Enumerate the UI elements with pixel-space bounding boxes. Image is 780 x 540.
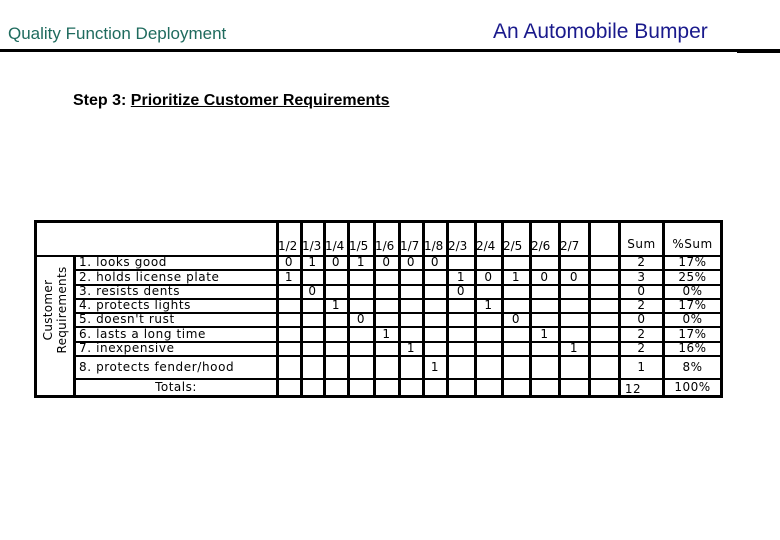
comparison-cell: 0 bbox=[430, 255, 440, 269]
comparison-cell: 1 bbox=[308, 255, 317, 269]
comparison-cell: 0 bbox=[382, 255, 391, 269]
column-header: 2/5 bbox=[503, 239, 523, 253]
requirement-label: 8. protects fender/hood bbox=[79, 359, 235, 374]
row-pct-sum: 0% bbox=[682, 312, 703, 326]
comparison-cell: 0 bbox=[484, 269, 493, 284]
totals-pct-sum: 100% bbox=[674, 380, 711, 394]
pct-sum-column-header: %Sum bbox=[672, 237, 713, 251]
comparison-cell: 1 bbox=[430, 359, 440, 374]
requirement-label: 1. looks good bbox=[79, 255, 168, 269]
requirement-label: 5. doesn't rust bbox=[79, 312, 175, 326]
column-header: 2/7 bbox=[560, 239, 580, 253]
row-sum: 2 bbox=[637, 341, 646, 355]
comparison-cell: 1 bbox=[484, 298, 493, 312]
comparison-cell: 0 bbox=[331, 255, 341, 269]
row-sum: 0 bbox=[637, 284, 646, 298]
comparison-cell: 1 bbox=[284, 269, 294, 284]
row-divider bbox=[73, 355, 720, 357]
comparison-cell: 0 bbox=[511, 312, 521, 326]
requirement-label: 3. resists dents bbox=[79, 284, 181, 298]
column-header: 1/7 bbox=[400, 239, 420, 253]
sum-column-header: Sum bbox=[627, 237, 656, 251]
row-pct-sum: 25% bbox=[678, 269, 707, 284]
comparison-cell: 0 bbox=[569, 269, 579, 284]
requirement-label: 7. inexpensive bbox=[79, 341, 175, 355]
comparison-cell: 0 bbox=[406, 255, 416, 269]
column-header: 1/8 bbox=[424, 239, 444, 253]
comparison-cell: 1 bbox=[356, 255, 366, 269]
row-sum: 2 bbox=[637, 326, 646, 341]
comparison-cell: 0 bbox=[456, 284, 466, 298]
requirement-label: 4. protects lights bbox=[79, 298, 191, 312]
row-sum: 2 bbox=[637, 255, 646, 269]
row-pct-sum: 17% bbox=[678, 326, 707, 341]
comparison-cell: 0 bbox=[540, 269, 549, 284]
requirement-label: 2. holds license plate bbox=[79, 269, 220, 284]
row-pct-sum: 17% bbox=[678, 255, 707, 269]
comparison-cell: 0 bbox=[284, 255, 294, 269]
row-pct-sum: 17% bbox=[678, 298, 707, 312]
comparison-cell: 1 bbox=[569, 341, 579, 355]
comparison-cell: 1 bbox=[382, 326, 391, 341]
column-header: 1/4 bbox=[325, 239, 345, 253]
row-sum: 2 bbox=[637, 298, 646, 312]
column-divider bbox=[720, 220, 723, 398]
row-sum: 0 bbox=[637, 312, 646, 326]
requirement-label: 6. lasts a long time bbox=[79, 326, 206, 341]
totals-label: Totals: bbox=[155, 380, 197, 394]
column-header: 1/5 bbox=[349, 239, 369, 253]
comparison-cell: 1 bbox=[456, 269, 466, 284]
comparison-cell: 1 bbox=[540, 326, 549, 341]
row-pct-sum: 16% bbox=[678, 341, 707, 355]
column-header: 1/6 bbox=[375, 239, 395, 253]
qfd-prioritization-table: Customer Requirements 1/2 1/3 1/4 1/5 1/6 1/7… bbox=[0, 0, 780, 540]
totals-sum: 12 bbox=[624, 382, 642, 396]
comparison-cell: 1 bbox=[331, 298, 341, 312]
row-sum: 1 bbox=[637, 359, 646, 374]
row-group-label: Customer Requirements bbox=[41, 266, 69, 354]
column-header: 2/6 bbox=[531, 239, 551, 253]
column-header: 1/2 bbox=[278, 239, 298, 253]
column-header: 2/3 bbox=[448, 239, 468, 253]
column-header: 1/3 bbox=[302, 239, 322, 253]
row-pct-sum: 8% bbox=[682, 359, 703, 374]
table-border-left bbox=[34, 220, 37, 398]
comparison-cell: 1 bbox=[511, 269, 521, 284]
column-header: 2/4 bbox=[476, 239, 496, 253]
comparison-cell: 0 bbox=[308, 284, 317, 298]
row-sum: 3 bbox=[637, 269, 646, 284]
comparison-cell: 1 bbox=[406, 341, 416, 355]
comparison-cell: 0 bbox=[356, 312, 366, 326]
row-pct-sum: 0% bbox=[682, 284, 703, 298]
column-divider bbox=[588, 220, 591, 398]
